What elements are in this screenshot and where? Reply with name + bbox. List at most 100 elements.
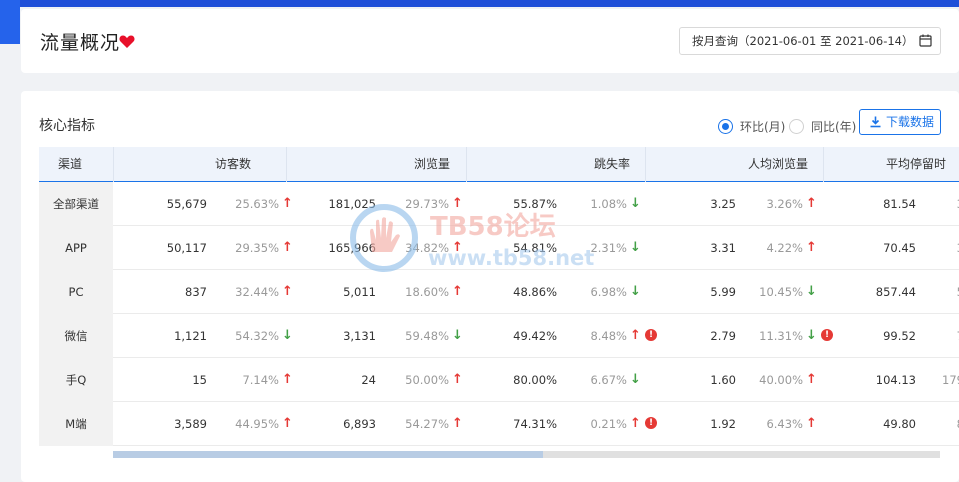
- heart-icon[interactable]: [119, 34, 135, 49]
- visitors-value: 55,679: [166, 197, 207, 211]
- warning-icon[interactable]: !: [645, 417, 657, 429]
- channel-name: APP: [39, 226, 113, 270]
- date-range-text: 按月查询（2021-06-01 至 2021-06-14）: [692, 34, 914, 48]
- radio-label: 环比(月): [740, 120, 786, 134]
- download-icon: [870, 116, 881, 128]
- visitors-value: 837: [185, 285, 207, 299]
- visitors-value: 3,589: [174, 417, 207, 431]
- pageviews-change: 50.00%: [405, 373, 449, 387]
- arrow-up-icon: ↑: [806, 416, 817, 431]
- table-row[interactable]: 手Q 15 7.14% ↑ 24 50.00% ↑ 80.00% 6.67% ↓ 1.60 40.00…: [39, 358, 959, 402]
- visitors-value: 15: [192, 373, 207, 387]
- avg-pageviews-change: 11.31%: [759, 329, 803, 343]
- watermark-title: TB58论坛: [430, 212, 556, 242]
- col-divider: [823, 147, 824, 182]
- arrow-up-icon: ↑: [806, 196, 817, 211]
- avg-stay-value: 857.44: [875, 285, 916, 299]
- pageviews-change: 59.48%: [405, 329, 449, 343]
- arrow-up-icon: ↑: [806, 372, 817, 387]
- section-title: 核心指标: [39, 118, 95, 134]
- avg-stay-value: 104.13: [875, 373, 916, 387]
- visitors-change: 7.14%: [242, 373, 279, 387]
- col-divider: [466, 147, 467, 182]
- radio-dot[interactable]: [718, 119, 733, 134]
- core-metrics-card: 核心指标 环比(月) 同比(年) 下载数据 渠道 访客数 浏览量 跳失率 人均浏…: [21, 91, 959, 482]
- avg-stay-value: 70.45: [883, 241, 916, 255]
- bounce-value: 80.00%: [513, 373, 557, 387]
- arrow-up-icon: ↑: [806, 240, 817, 255]
- radio-dot[interactable]: [789, 119, 804, 134]
- arrow-up-icon: ↑: [282, 372, 293, 387]
- avg-pageviews-value: 2.79: [710, 329, 736, 343]
- avg-pageviews-change: 3.26%: [766, 197, 803, 211]
- table-header: 渠道 访客数 浏览量 跳失率 人均浏览量 平均停留时: [39, 147, 959, 182]
- col-bounce-rate[interactable]: 跳失率: [594, 147, 630, 182]
- pageviews-value: 3,131: [343, 329, 376, 343]
- scrollbar-thumb[interactable]: [113, 451, 544, 458]
- arrow-down-icon: ↓: [282, 328, 293, 343]
- arrow-up-icon: ↑: [452, 416, 463, 431]
- arrow-down-icon: ↓: [806, 284, 817, 299]
- channel-name: 手Q: [39, 358, 113, 402]
- page-title: 流量概况: [40, 32, 121, 54]
- date-range-picker[interactable]: 按月查询（2021-06-01 至 2021-06-14）: [679, 27, 941, 55]
- arrow-up-icon: ↑: [630, 328, 641, 343]
- table-row[interactable]: M端 3,589 44.95% ↑ 6,893 54.27% ↑ 74.31% 0.21% ↑! 1…: [39, 402, 959, 446]
- avg-pageviews-value: 1.92: [710, 417, 736, 431]
- avg-pageviews-value: 1.60: [710, 373, 736, 387]
- visitors-change: 29.35%: [235, 241, 279, 255]
- avg-stay-change: 179: [942, 373, 959, 387]
- radio-year-over-year[interactable]: 同比(年): [789, 118, 856, 135]
- visitors-value: 1,121: [174, 329, 207, 343]
- arrow-down-icon: ↓: [630, 240, 641, 255]
- watermark-url: www.tb58.net: [428, 246, 595, 270]
- col-avg-pageviews[interactable]: 人均浏览量: [748, 147, 808, 182]
- pageviews-value: 6,893: [343, 417, 376, 431]
- arrow-down-icon: ↓: [630, 196, 641, 211]
- arrow-down-icon: ↓: [806, 328, 817, 343]
- page-header: 流量概况 按月查询（2021-06-01 至 2021-06-14）: [21, 9, 959, 73]
- pageviews-change: 54.27%: [405, 417, 449, 431]
- top-nav-bar: [0, 0, 959, 7]
- pageviews-value: 24: [361, 373, 376, 387]
- avg-pageviews-value: 3.25: [710, 197, 736, 211]
- col-visitors[interactable]: 访客数: [215, 147, 251, 182]
- top-nav-tab[interactable]: [0, 0, 20, 44]
- channel-name: PC: [39, 270, 113, 314]
- channel-name: M端: [39, 402, 113, 446]
- col-divider: [113, 147, 114, 182]
- watermark-logo-icon: [350, 204, 418, 272]
- avg-pageviews-value: 3.31: [710, 241, 736, 255]
- arrow-up-icon: ↑: [282, 284, 293, 299]
- warning-icon[interactable]: !: [821, 329, 833, 341]
- avg-stay-value: 99.52: [883, 329, 916, 343]
- avg-pageviews-change: 6.43%: [766, 417, 803, 431]
- calendar-icon: [919, 34, 932, 47]
- download-label: 下载数据: [886, 115, 935, 129]
- arrow-down-icon: ↓: [630, 372, 641, 387]
- arrow-up-icon: ↑: [630, 416, 641, 431]
- table-row[interactable]: 微信 1,121 54.32% ↓ 3,131 59.48% ↓ 49.42% 8.48% ↑! 2…: [39, 314, 959, 358]
- horizontal-scrollbar[interactable]: [113, 451, 940, 458]
- radio-month-over-month[interactable]: 环比(月): [718, 118, 785, 135]
- col-channel: 渠道: [58, 157, 83, 171]
- arrow-up-icon: ↑: [282, 240, 293, 255]
- channel-name: 微信: [39, 314, 113, 358]
- arrow-down-icon: ↓: [630, 284, 641, 299]
- metrics-table: 渠道 访客数 浏览量 跳失率 人均浏览量 平均停留时 全部渠道 55,679 25.…: [39, 147, 959, 446]
- avg-stay-value: 49.80: [883, 417, 916, 431]
- download-data-button[interactable]: 下载数据: [859, 109, 941, 135]
- arrow-up-icon: ↑: [282, 196, 293, 211]
- warning-icon[interactable]: !: [645, 329, 657, 341]
- col-avg-stay[interactable]: 平均停留时: [886, 147, 946, 182]
- visitors-change: 25.63%: [235, 197, 279, 211]
- col-pageviews[interactable]: 浏览量: [414, 147, 450, 182]
- channel-name: 全部渠道: [39, 182, 113, 226]
- visitors-change: 32.44%: [235, 285, 279, 299]
- bounce-value: 49.42%: [513, 329, 557, 343]
- visitors-change: 54.32%: [235, 329, 279, 343]
- avg-pageviews-change: 40.00%: [759, 373, 803, 387]
- visitors-change: 44.95%: [235, 417, 279, 431]
- avg-pageviews-change: 10.45%: [759, 285, 803, 299]
- arrow-down-icon: ↓: [452, 328, 463, 343]
